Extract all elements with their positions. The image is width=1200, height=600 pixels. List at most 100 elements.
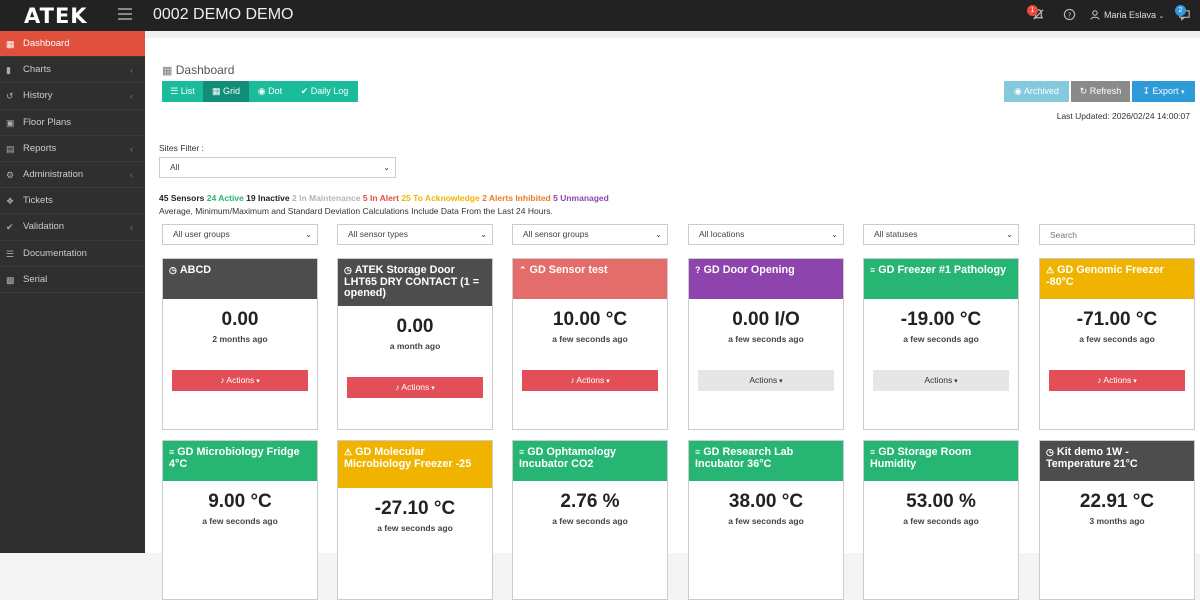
sensor-card-header[interactable]: ≡ GD Freezer #1 Pathology [864, 259, 1018, 299]
admin-icon: ⚙ [6, 169, 15, 180]
chevron-down-icon: ⌄ [1006, 230, 1013, 239]
export-button[interactable]: ↧ Export ▾ [1132, 81, 1195, 102]
chevron-down-icon: ▾ [254, 378, 260, 385]
sensor-card-title: GD Molecular Microbiology Freezer -25 [344, 446, 472, 470]
sensor-card-value: 53.00 % [906, 491, 976, 512]
chevron-down-icon: ▾ [429, 385, 435, 392]
actions-button[interactable]: Actions ▾ [698, 370, 834, 391]
sidebar-item-label: Validation [23, 221, 65, 233]
sidebar-item-floor-plans[interactable]: ▣ Floor Plans [0, 110, 145, 136]
menu-toggle-icon[interactable] [118, 8, 132, 20]
app-logo[interactable]: ATEK [24, 4, 88, 28]
archived-button[interactable]: ◉ Archived [1004, 81, 1069, 102]
sidebar-item-dashboard[interactable]: ▦ Dashboard [0, 31, 145, 58]
chevron-left-icon: ‹ [130, 65, 133, 76]
archived-label: Archived [1023, 86, 1059, 96]
sidebar-item-serial[interactable]: ▩ Serial [0, 267, 145, 293]
sensor-card[interactable]: ⌃ GD Sensor test 10.00 °C a few seconds ago… [512, 258, 668, 430]
sensor-card-header[interactable]: ⚠ GD Molecular Microbiology Freezer -25 [338, 441, 492, 488]
sensor-card[interactable]: ⚠ GD Molecular Microbiology Freezer -25 -2… [337, 440, 493, 600]
user-groups-filter[interactable]: All user groups ⌄ [162, 224, 318, 245]
sidebar-item-reports[interactable]: ▤ Reports ‹ [0, 136, 145, 162]
sensor-card-title: GD Door Opening [703, 264, 795, 276]
list-view-button[interactable]: ☰ List [162, 81, 203, 102]
svg-text:?: ? [1067, 10, 1071, 19]
sidebar-item-administration[interactable]: ⚙ Administration ‹ [0, 162, 145, 189]
sensor-card-value: 0.00 [221, 309, 259, 330]
sidebar-item-history[interactable]: ↺ History ‹ [0, 83, 145, 110]
refresh-button[interactable]: ↻ Refresh [1071, 81, 1130, 102]
stat-acknowledge: 25 To Acknowledge [401, 193, 480, 203]
sensor-stats: 45 Sensors 24 Active 19 Inactive 2 In Ma… [159, 193, 609, 203]
stat-alert: 5 In Alert [362, 193, 399, 203]
sensor-card-header[interactable]: ≡ GD Research Lab Incubator 36°C [689, 441, 843, 481]
sidebar-item-validation[interactable]: ✔ Validation ‹ [0, 214, 145, 241]
sensor-card-header[interactable]: ◷ ABCD [163, 259, 317, 299]
signal-icon: ≡ [870, 265, 876, 275]
sensor-card-header[interactable]: ≡ GD Storage Room Humidity [864, 441, 1018, 481]
actions-button[interactable]: ♪ Actions ▾ [1049, 370, 1185, 391]
dashboard-icon: ▦ [6, 39, 15, 49]
sensor-card[interactable]: ≡ GD Microbiology Fridge 4°C 9.00 °C a few … [162, 440, 318, 600]
actions-label: Actions [749, 375, 778, 385]
actions-button[interactable]: Actions ▾ [873, 370, 1009, 391]
dot-view-button[interactable]: ◉ Dot [249, 81, 291, 102]
sensor-card-time: a few seconds ago [552, 516, 628, 526]
chevron-down-icon: ▾ [777, 378, 783, 385]
sensor-card[interactable]: ≡ GD Ophtamology Incubator CO2 2.76 % a few… [512, 440, 668, 600]
sensor-card-header[interactable]: ⌃ GD Sensor test [513, 259, 667, 299]
sidebar-item-tickets[interactable]: ❖ Tickets [0, 188, 145, 215]
sensor-card[interactable]: ≡ GD Storage Room Humidity 53.00 % a few se… [863, 440, 1019, 600]
search-input[interactable] [1039, 224, 1195, 245]
user-menu[interactable]: Maria Eslava ⌄ [1104, 10, 1164, 20]
dot-circle-icon: ◉ [257, 86, 266, 96]
sensor-card-title: Kit demo 1W - Temperature 21°C [1046, 446, 1138, 470]
user-icon [1090, 9, 1100, 23]
sensor-types-value: All sensor types [348, 229, 408, 239]
sensor-card[interactable]: ≡ GD Research Lab Incubator 36°C 38.00 °C a… [688, 440, 844, 600]
daily-log-button[interactable]: ✔ Daily Log [291, 81, 358, 102]
sensor-card[interactable]: ≡ GD Freezer #1 Pathology -19.00 °C a few s… [863, 258, 1019, 430]
floorplan-icon: ▣ [6, 117, 15, 128]
sensor-card-title: GD Ophtamology Incubator CO2 [519, 446, 617, 470]
sensor-card[interactable]: ◷ ABCD 0.00 2 months ago ♪ Actions ▾ [162, 258, 318, 430]
actions-button[interactable]: ♪ Actions ▾ [172, 370, 308, 391]
sensor-card-header[interactable]: ≡ GD Microbiology Fridge 4°C [163, 441, 317, 481]
sensor-card[interactable]: ◷ Kit demo 1W - Temperature 21°C 22.91 °C 3… [1039, 440, 1195, 600]
chevron-down-icon: ▾ [1181, 89, 1185, 96]
sites-filter-select[interactable]: All ⌄ [159, 157, 396, 178]
sensor-card-header[interactable]: ◷ ATEK Storage Door LHT65 DRY CONTACT (1 … [338, 259, 492, 306]
sensor-types-filter[interactable]: All sensor types ⌄ [337, 224, 493, 245]
warning-icon: ⚠ [1046, 265, 1055, 275]
chevron-down-icon: ▾ [604, 378, 610, 385]
check-circle-icon: ✔ [6, 222, 14, 233]
locations-filter[interactable]: All locations ⌄ [688, 224, 844, 245]
sidebar-item-charts[interactable]: ▮ Charts ‹ [0, 57, 145, 84]
actions-label: Actions [924, 375, 953, 385]
chevron-down-icon: ⌄ [383, 163, 390, 172]
sensor-card-header[interactable]: ⚠ GD Genomic Freezer -80°C [1040, 259, 1194, 299]
sidebar-item-documentation[interactable]: ☰ Documentation [0, 241, 145, 267]
user-badge: 2 [1175, 5, 1186, 16]
signal-icon: ≡ [169, 447, 175, 457]
history-icon: ↺ [6, 91, 14, 102]
sensor-card[interactable]: ? GD Door Opening 0.00 I/O a few seconds ag… [688, 258, 844, 430]
sensor-card[interactable]: ⚠ GD Genomic Freezer -80°C -71.00 °C a few … [1039, 258, 1195, 430]
sidebar-item-label: Floor Plans [23, 116, 72, 128]
statuses-filter[interactable]: All statuses ⌄ [863, 224, 1019, 245]
grid-view-button[interactable]: ▦ Grid [203, 81, 249, 102]
help-icon[interactable]: ? [1062, 8, 1076, 22]
sensor-card-header[interactable]: ? GD Door Opening [689, 259, 843, 299]
sensor-groups-filter[interactable]: All sensor groups ⌄ [512, 224, 668, 245]
chevron-down-icon: ⌄ [655, 230, 662, 239]
sensor-card[interactable]: ◷ ATEK Storage Door LHT65 DRY CONTACT (1 … [337, 258, 493, 430]
reports-icon: ▤ [6, 143, 15, 154]
sensor-card-header[interactable]: ◷ Kit demo 1W - Temperature 21°C [1040, 441, 1194, 481]
sensor-card-time: 2 months ago [212, 334, 268, 344]
actions-button[interactable]: ♪ Actions ▾ [522, 370, 658, 391]
stat-unmanaged: 5 Unmanaged [553, 193, 609, 203]
sensor-card-value: 22.91 °C [1079, 491, 1155, 512]
actions-button[interactable]: ♪ Actions ▾ [347, 377, 483, 398]
sidebar-item-label: Reports [23, 142, 57, 154]
sensor-card-header[interactable]: ≡ GD Ophtamology Incubator CO2 [513, 441, 667, 481]
